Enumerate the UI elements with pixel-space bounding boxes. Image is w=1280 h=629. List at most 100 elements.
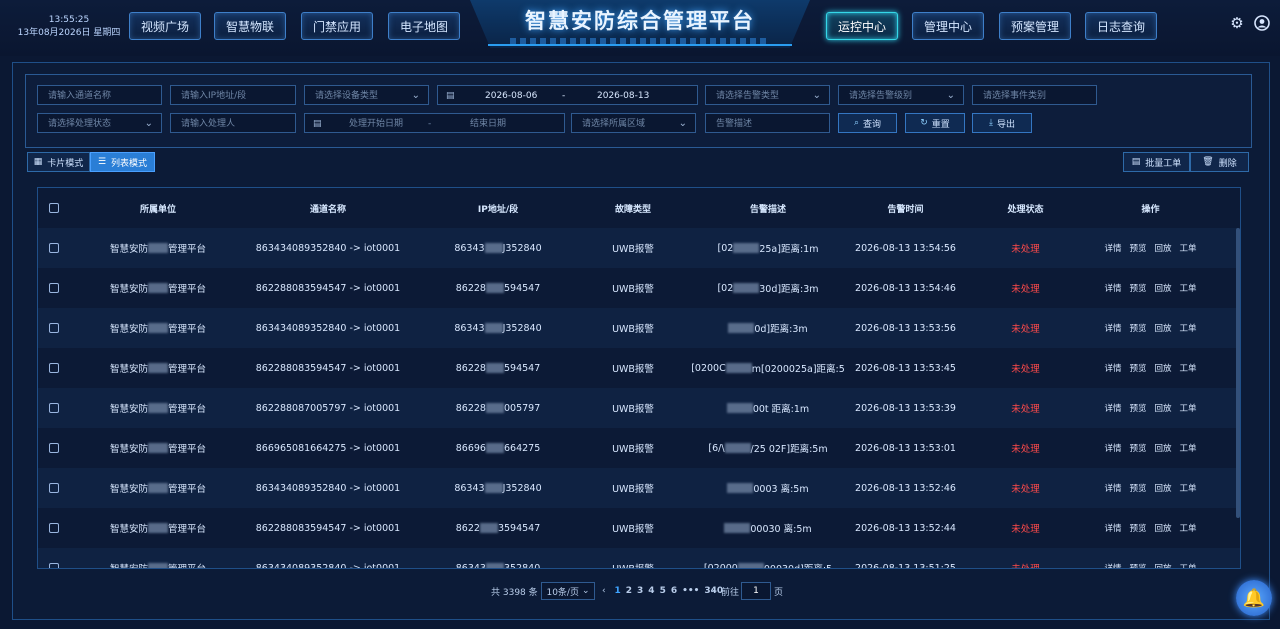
preview-link[interactable]: 预览 xyxy=(1129,242,1146,254)
detail-link[interactable]: 详情 xyxy=(1104,322,1121,334)
playback-link[interactable]: 回放 xyxy=(1155,362,1172,374)
nav-management-center[interactable]: 管理中心 xyxy=(912,12,984,40)
preview-link[interactable]: 预览 xyxy=(1129,322,1146,334)
ticket-link[interactable]: 工单 xyxy=(1180,322,1197,334)
row-checkbox[interactable] xyxy=(49,443,59,453)
ticket-link[interactable]: 工单 xyxy=(1180,402,1197,414)
row-checkbox[interactable] xyxy=(49,563,59,568)
next-page-button[interactable]: › xyxy=(711,582,715,600)
export-button[interactable]: ⤓ 导出 xyxy=(972,113,1032,133)
handler-input[interactable]: 请输入处理人 xyxy=(170,113,296,133)
row-select-cell xyxy=(38,348,70,388)
row-checkbox[interactable] xyxy=(49,243,59,253)
bell-icon[interactable]: 🔔 xyxy=(1236,580,1272,616)
playback-link[interactable]: 回放 xyxy=(1155,522,1172,534)
page-number[interactable]: 4 xyxy=(648,586,654,596)
handle-date-range[interactable]: ▤ 处理开始日期 - 结束日期 xyxy=(304,113,565,133)
clock-time: 13:55:25 xyxy=(48,15,90,25)
gear-icon[interactable]: ⚙ xyxy=(1229,15,1245,31)
alarm-desc-input[interactable]: 告警描述 xyxy=(705,113,830,133)
row-select-cell xyxy=(38,308,70,348)
reset-button[interactable]: ↻ 重置 xyxy=(905,113,965,133)
playback-link[interactable]: 回放 xyxy=(1155,242,1172,254)
batch-ticket-button[interactable]: ▤ 批量工单 xyxy=(1123,152,1190,172)
select-all-checkbox[interactable] xyxy=(49,203,59,213)
playback-link[interactable]: 回放 xyxy=(1155,402,1172,414)
page-number[interactable]: 6 xyxy=(671,586,677,596)
alarm-type-select[interactable]: 请选择告警类型 ⌄ xyxy=(705,85,830,105)
nav-plan-management[interactable]: 预案管理 xyxy=(999,12,1071,40)
unit-suffix: 管理平台 xyxy=(168,284,207,295)
row-checkbox[interactable] xyxy=(49,323,59,333)
list-mode-button[interactable]: ☰ 列表模式 xyxy=(90,152,155,172)
page-number[interactable]: 5 xyxy=(660,586,666,596)
ip-cell: 86228 594547 xyxy=(438,348,558,388)
preview-link[interactable]: 预览 xyxy=(1129,442,1146,454)
search-button[interactable]: ⌕ 查询 xyxy=(838,113,897,133)
nav-video-square[interactable]: 视频广场 xyxy=(129,12,201,40)
preview-link[interactable]: 预览 xyxy=(1129,562,1146,568)
playback-link[interactable]: 回放 xyxy=(1155,442,1172,454)
ticket-link[interactable]: 工单 xyxy=(1180,242,1197,254)
row-checkbox[interactable] xyxy=(49,483,59,493)
detail-link[interactable]: 详情 xyxy=(1104,402,1121,414)
ip-input[interactable]: 请输入IP地址/段 xyxy=(170,85,296,105)
event-type-input[interactable]: 请选择事件类别 xyxy=(972,85,1097,105)
detail-link[interactable]: 详情 xyxy=(1104,562,1121,568)
delete-button[interactable]: 🗑 删除 xyxy=(1190,152,1249,172)
detail-link[interactable]: 详情 xyxy=(1104,242,1121,254)
nav-smart-iot[interactable]: 智慧物联 xyxy=(214,12,286,40)
page-number[interactable]: 1 xyxy=(615,586,621,596)
preview-link[interactable]: 预览 xyxy=(1129,402,1146,414)
nav-ops-center[interactable]: 运控中心 xyxy=(826,12,898,40)
detail-link[interactable]: 详情 xyxy=(1104,442,1121,454)
device-type-select[interactable]: 请选择设备类型 ⌄ xyxy=(304,85,429,105)
page-number[interactable]: ••• xyxy=(682,586,699,596)
area-select[interactable]: 请选择所属区域 ⌄ xyxy=(571,113,696,133)
row-checkbox[interactable] xyxy=(49,403,59,413)
page-size-select[interactable]: 10条/页 ⌄ xyxy=(541,582,595,600)
row-checkbox[interactable] xyxy=(49,363,59,373)
playback-link[interactable]: 回放 xyxy=(1155,322,1172,334)
preview-link[interactable]: 预览 xyxy=(1129,282,1146,294)
nav-e-map[interactable]: 电子地图 xyxy=(388,12,460,40)
nav-access-control[interactable]: 门禁应用 xyxy=(301,12,373,40)
card-mode-button[interactable]: ▦ 卡片模式 xyxy=(27,152,90,172)
alarm-level-select[interactable]: 请选择告警级别 ⌄ xyxy=(838,85,964,105)
desc-prefix: [02 xyxy=(717,242,734,254)
ticket-link[interactable]: 工单 xyxy=(1180,282,1197,294)
detail-link[interactable]: 详情 xyxy=(1104,522,1121,534)
ticket-link[interactable]: 工单 xyxy=(1180,482,1197,494)
row-checkbox[interactable] xyxy=(49,283,59,293)
playback-link[interactable]: 回放 xyxy=(1155,562,1172,568)
ticket-link[interactable]: 工单 xyxy=(1180,442,1197,454)
date-range-picker[interactable]: ▤ 2026-08-06 - 2026-08-13 xyxy=(437,85,698,105)
redaction xyxy=(733,283,760,293)
ticket-link[interactable]: 工单 xyxy=(1180,362,1197,374)
playback-link[interactable]: 回放 xyxy=(1155,482,1172,494)
playback-link[interactable]: 回放 xyxy=(1155,282,1172,294)
detail-link[interactable]: 详情 xyxy=(1104,282,1121,294)
handle-status-select[interactable]: 请选择处理状态 ⌄ xyxy=(37,113,162,133)
channel-name-input[interactable]: 请输入通道名称 xyxy=(37,85,162,105)
page-number[interactable]: 2 xyxy=(626,586,632,596)
page-number[interactable]: 3 xyxy=(637,586,643,596)
redaction xyxy=(728,323,755,333)
user-icon[interactable] xyxy=(1254,15,1270,31)
prev-page-button[interactable]: ‹ xyxy=(602,582,606,600)
ticket-link[interactable]: 工单 xyxy=(1180,562,1197,568)
ticket-link[interactable]: 工单 xyxy=(1180,522,1197,534)
goto-page-input[interactable]: 1 xyxy=(741,582,771,600)
redaction xyxy=(148,243,168,253)
detail-link[interactable]: 详情 xyxy=(1104,482,1121,494)
preview-link[interactable]: 预览 xyxy=(1129,482,1146,494)
nav-log-query[interactable]: 日志查询 xyxy=(1085,12,1157,40)
table-scrollbar[interactable] xyxy=(1236,228,1240,518)
redaction xyxy=(485,403,504,413)
preview-link[interactable]: 预览 xyxy=(1129,522,1146,534)
row-checkbox[interactable] xyxy=(49,523,59,533)
fault-type-cell: UWB报警 xyxy=(612,244,654,255)
row-actions: 详情 预览 回放 工单 xyxy=(1088,348,1213,388)
preview-link[interactable]: 预览 xyxy=(1129,362,1146,374)
detail-link[interactable]: 详情 xyxy=(1104,362,1121,374)
